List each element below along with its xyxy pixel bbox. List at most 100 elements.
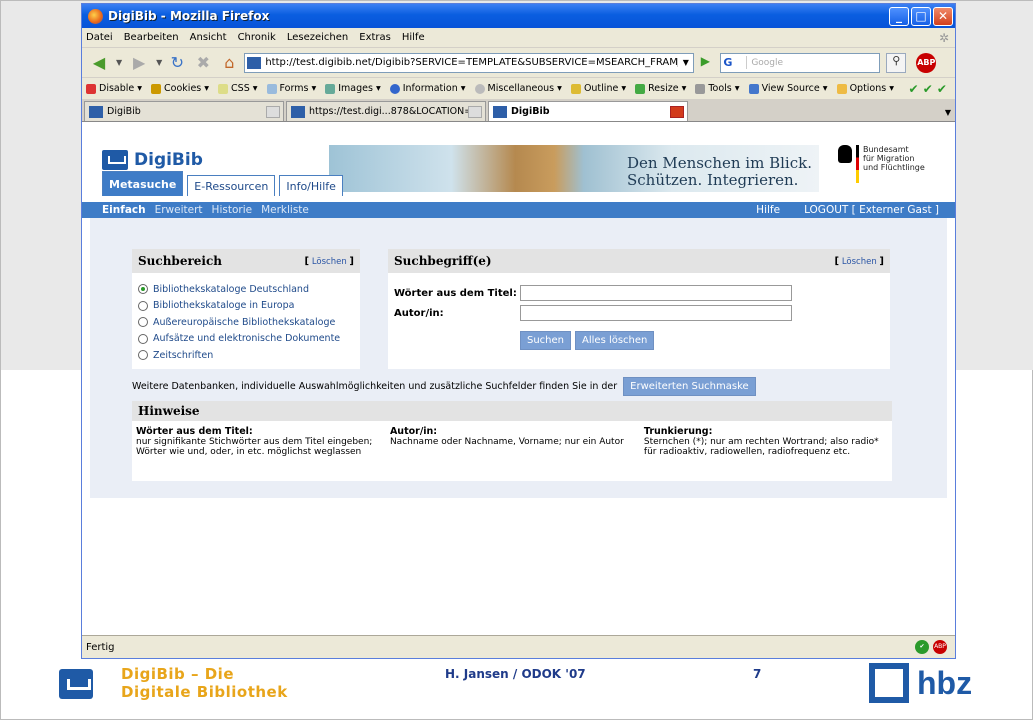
dev-cookies[interactable]: Cookies ▾ bbox=[151, 83, 209, 94]
dev-css[interactable]: CSS ▾ bbox=[218, 83, 258, 94]
dev-forms-label: Forms bbox=[279, 83, 309, 94]
banner-line-1: Den Menschen im Blick. bbox=[627, 154, 812, 172]
option-label[interactable]: Bibliothekskataloge in Europa bbox=[153, 300, 294, 311]
dev-tools[interactable]: Tools ▾ bbox=[695, 83, 740, 94]
clear-all-button[interactable]: Alles löschen bbox=[575, 331, 655, 350]
back-arrow-icon[interactable]: ◀ bbox=[86, 51, 112, 75]
radio-icon[interactable] bbox=[138, 333, 148, 344]
url-dropdown-icon[interactable]: ▼ bbox=[677, 58, 693, 67]
subnav-erweitert[interactable]: Erweitert bbox=[155, 204, 203, 216]
option-bibliothekskataloge-deutschland[interactable]: Bibliothekskataloge Deutschland bbox=[138, 281, 354, 298]
url-text[interactable]: http://test.digibib.net/Digibib?SERVICE=… bbox=[265, 57, 677, 68]
dev-forms[interactable]: Forms ▾ bbox=[266, 83, 316, 94]
menu-lesezeichen[interactable]: Lesezeichen bbox=[287, 32, 348, 43]
search-button[interactable]: Suchen bbox=[520, 331, 572, 350]
tab-list-dropdown-icon[interactable]: ▼ bbox=[941, 108, 955, 117]
home-icon[interactable]: ⌂ bbox=[218, 51, 240, 75]
forward-arrow-icon[interactable]: ▶ bbox=[126, 51, 152, 75]
maximize-button[interactable]: □ bbox=[911, 6, 931, 26]
help-link[interactable]: Hilfe bbox=[756, 204, 780, 216]
radio-icon[interactable] bbox=[138, 350, 148, 361]
search-magnifier-icon[interactable]: ⚲ bbox=[886, 52, 907, 73]
dev-resize[interactable]: Resize ▾ bbox=[635, 83, 686, 94]
suchbereich-clear-link[interactable]: [ Löschen ] bbox=[305, 256, 354, 267]
radio-icon[interactable] bbox=[138, 317, 148, 328]
footer-author: H. Jansen / ODOK '07 bbox=[445, 667, 586, 681]
menu-hilfe[interactable]: Hilfe bbox=[402, 32, 425, 43]
dev-options[interactable]: Options ▾ bbox=[836, 83, 894, 94]
tab-favicon-icon bbox=[89, 105, 103, 118]
tab-close-icon[interactable] bbox=[468, 105, 482, 118]
digibib-logo[interactable]: DigiBib bbox=[102, 150, 203, 170]
menu-datei[interactable]: Datei bbox=[86, 32, 113, 43]
dev-disable[interactable]: Disable ▾ bbox=[86, 83, 142, 94]
suchbereich-clear-label[interactable]: Löschen bbox=[312, 257, 347, 267]
option-bibliothekskataloge-europa[interactable]: Bibliothekskataloge in Europa bbox=[138, 298, 354, 315]
adblock-icon[interactable]: ABP bbox=[916, 52, 937, 73]
status-adblock-icon[interactable]: ABP bbox=[933, 640, 947, 654]
tab-close-icon[interactable] bbox=[670, 105, 684, 118]
hinweise-title: Hinweise bbox=[132, 401, 892, 421]
option-zeitschriften[interactable]: Zeitschriften bbox=[138, 347, 354, 364]
author-input[interactable] bbox=[520, 305, 792, 321]
menu-ansicht[interactable]: Ansicht bbox=[190, 32, 227, 43]
go-arrow-icon[interactable]: ▶ bbox=[696, 54, 714, 72]
tab-e-ressourcen[interactable]: E-Ressourcen bbox=[187, 175, 276, 196]
suchbegriff-clear-link[interactable]: [ Löschen ] bbox=[835, 256, 884, 267]
tab-digibib-active[interactable]: DigiBib bbox=[488, 101, 688, 121]
minimize-button[interactable]: _ bbox=[889, 6, 909, 26]
dev-information[interactable]: Information ▾ bbox=[389, 83, 466, 94]
hint-text: Nachname oder Nachname, Vorname; nur ein… bbox=[389, 437, 624, 447]
tab-test-digibib[interactable]: https://test.digi...878&LOCATION=HBZ bbox=[286, 101, 486, 121]
suchbegriff-clear-label[interactable]: Löschen bbox=[842, 257, 877, 267]
back-dropdown-icon[interactable]: ▼ bbox=[116, 58, 122, 67]
hint-text: Sternchen (*); nur am rechten Wortrand; … bbox=[643, 437, 879, 457]
menu-bar: Datei Bearbeiten Ansicht Chronik Lesezei… bbox=[82, 28, 955, 48]
dev-view-source[interactable]: View Source ▾ bbox=[748, 83, 828, 94]
stop-icon[interactable]: ✖ bbox=[192, 51, 214, 75]
tab-digibib-1[interactable]: DigiBib bbox=[84, 101, 284, 121]
option-label[interactable]: Bibliothekskataloge Deutschland bbox=[153, 284, 309, 295]
site-header: Den Menschen im Blick. Schützen. Integri… bbox=[82, 145, 955, 202]
google-icon[interactable]: G bbox=[721, 56, 748, 69]
validation-ok-icons[interactable]: ✔ ✔ ✔ bbox=[908, 82, 947, 96]
title-bar[interactable]: DigiBib - Mozilla Firefox _ □ ✕ bbox=[82, 4, 955, 28]
firefox-icon bbox=[88, 8, 103, 24]
tab-metasuche[interactable]: Metasuche bbox=[102, 171, 184, 196]
slide: DigiBib - Mozilla Firefox _ □ ✕ Datei Be… bbox=[0, 0, 1033, 720]
dev-tools-label: Tools bbox=[708, 83, 732, 94]
status-ok-icon[interactable]: ✔ bbox=[915, 640, 929, 654]
option-label[interactable]: Außereuropäische Bibliothekskataloge bbox=[153, 317, 335, 328]
menu-extras[interactable]: Extras bbox=[359, 32, 391, 43]
dev-miscellaneous[interactable]: Miscellaneous ▾ bbox=[474, 83, 562, 94]
option-label[interactable]: Zeitschriften bbox=[153, 350, 213, 361]
radio-selected-icon[interactable] bbox=[138, 284, 148, 295]
radio-icon[interactable] bbox=[138, 300, 148, 311]
subnav-historie[interactable]: Historie bbox=[212, 204, 253, 216]
search-box[interactable]: G Google bbox=[720, 52, 881, 73]
dev-outline[interactable]: Outline ▾ bbox=[570, 83, 626, 94]
dev-options-label: Options bbox=[849, 83, 887, 94]
menu-bearbeiten[interactable]: Bearbeiten bbox=[124, 32, 179, 43]
dev-images[interactable]: Images ▾ bbox=[325, 83, 381, 94]
tools-icon bbox=[695, 83, 706, 94]
option-aufsaetze-dokumente[interactable]: Aufsätze und elektronische Dokumente bbox=[138, 331, 354, 348]
title-row: Wörter aus dem Titel: bbox=[394, 283, 884, 303]
menu-chronik[interactable]: Chronik bbox=[238, 32, 276, 43]
title-input[interactable] bbox=[520, 285, 792, 301]
url-bar[interactable]: http://test.digibib.net/Digibib?SERVICE=… bbox=[244, 52, 695, 73]
forward-dropdown-icon[interactable]: ▼ bbox=[156, 58, 162, 67]
subnav-merkliste[interactable]: Merkliste bbox=[261, 204, 309, 216]
logout-link[interactable]: LOGOUT [ Externer Gast ] bbox=[804, 204, 939, 216]
browser-window: DigiBib - Mozilla Firefox _ □ ✕ Datei Be… bbox=[81, 3, 956, 659]
subnav-einfach[interactable]: Einfach bbox=[102, 204, 146, 216]
advanced-search-button[interactable]: Erweiterten Suchmaske bbox=[623, 377, 756, 396]
option-aussereuropaeische-kataloge[interactable]: Außereuropäische Bibliothekskataloge bbox=[138, 314, 354, 331]
suchbegriff-title: Suchbegriff(e) bbox=[394, 254, 492, 268]
close-button[interactable]: ✕ bbox=[933, 6, 953, 26]
tab-info-hilfe[interactable]: Info/Hilfe bbox=[279, 175, 343, 196]
tab-close-icon[interactable] bbox=[266, 105, 280, 118]
tab-favicon-icon bbox=[493, 105, 507, 118]
reload-icon[interactable]: ↻ bbox=[166, 51, 188, 75]
option-label[interactable]: Aufsätze und elektronische Dokumente bbox=[153, 333, 340, 344]
